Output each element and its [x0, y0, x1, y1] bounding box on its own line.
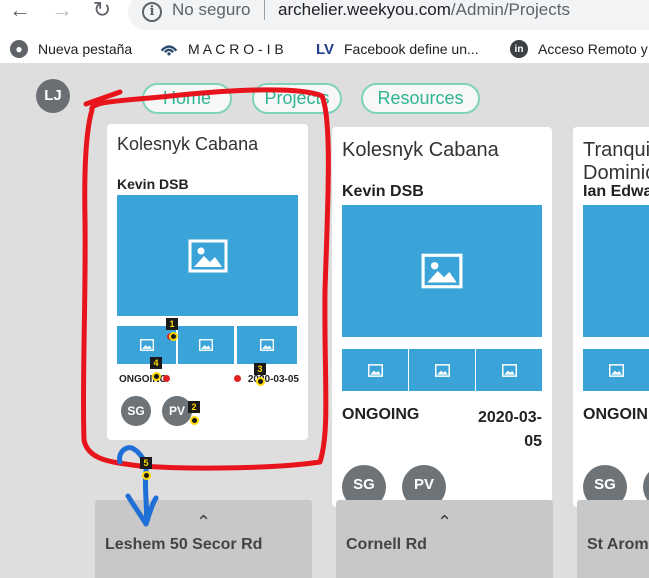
marker-ring	[152, 372, 161, 381]
back-arrow-icon[interactable]: ←	[8, 0, 32, 24]
annotation-marker: 4	[150, 357, 162, 369]
lv-logo-icon: LV	[315, 40, 335, 58]
marker-ring	[142, 471, 151, 480]
annotation-marker: 3	[254, 363, 266, 375]
title-line: Dominic	[583, 162, 649, 184]
project-card[interactable]: Kolesnyk Cabana Kevin DSB ONGOING 2020-0…	[332, 127, 552, 507]
info-icon[interactable]: i	[142, 2, 162, 22]
nav-home-button[interactable]: Home	[142, 83, 232, 114]
member-chip[interactable]: SG	[121, 396, 151, 426]
forward-arrow-icon[interactable]: →	[50, 0, 74, 24]
location-card[interactable]: ⌃ Leshem 50 Secor Rd	[95, 500, 312, 578]
chevron-up-icon[interactable]: ⌃	[95, 512, 312, 533]
project-client: Kevin DSB	[117, 176, 189, 192]
project-status: ONGOING	[342, 406, 420, 423]
bookmark-label: Nueva pestaña	[38, 41, 133, 57]
bookmark-facebook[interactable]: LV Facebook define un...	[314, 38, 479, 60]
bookmarks-bar: ● Nueva pestaña M A C R O - I B LV Faceb…	[0, 34, 649, 64]
title-line: Tranqui	[583, 139, 649, 161]
project-client: Ian Edwa	[583, 183, 649, 200]
annotation-marker: 2	[188, 401, 200, 413]
date-line: 2020-03-	[477, 409, 542, 426]
project-main-image[interactable]	[117, 195, 298, 316]
image-placeholder-icon	[260, 339, 274, 351]
chevron-up-icon[interactable]: ⌃	[336, 512, 553, 533]
browser-toolbar: ← → ↻ i No seguro archelier.weekyou.com/…	[0, 0, 649, 34]
project-client: Kevin DSB	[342, 183, 424, 200]
image-placeholder-icon	[421, 253, 463, 289]
marker-dot	[234, 375, 241, 382]
project-thumb[interactable]	[117, 326, 176, 364]
project-title: Kolesnyk Cabana	[117, 134, 259, 154]
annotation-marker: 5	[140, 457, 152, 469]
annotation-marker: 1	[166, 318, 178, 330]
image-placeholder-icon	[367, 363, 383, 377]
project-title: Tranqui Dominic	[583, 139, 649, 185]
marker-dot	[163, 375, 170, 382]
image-placeholder-icon	[139, 339, 154, 351]
url-text[interactable]: archelier.weekyou.com/Admin/Projects	[278, 0, 570, 20]
project-thumb[interactable]	[178, 326, 234, 364]
marker-ring	[169, 332, 178, 341]
url-domain: archelier.weekyou.com	[278, 0, 451, 19]
nav-resources-button[interactable]: Resources	[361, 83, 480, 114]
image-placeholder-icon	[434, 363, 450, 377]
date-line: 05	[524, 433, 542, 450]
project-thumb[interactable]	[342, 349, 408, 391]
project-status: ONGOIN	[583, 406, 648, 423]
user-avatar[interactable]: LJ	[36, 79, 70, 113]
address-separator	[264, 0, 265, 20]
project-thumb[interactable]	[583, 349, 649, 391]
image-placeholder-icon	[609, 363, 624, 377]
project-card[interactable]: Kolesnyk Cabana Kevin DSB ONGOING 2020-0…	[107, 124, 308, 440]
bookmark-label: M A C R O - I B	[188, 41, 284, 57]
project-date: 2020-03-05	[247, 374, 299, 385]
bookmark-label: Acceso Remoto y	[538, 41, 648, 57]
project-main-image[interactable]	[342, 205, 542, 337]
bookmark-nueva-pestana[interactable]: ● Nueva pestaña	[10, 38, 132, 60]
location-card[interactable]: ⌃ Cornell Rd	[336, 500, 553, 578]
nav-projects-button[interactable]: Projects	[252, 83, 342, 114]
linkedin-icon: in	[510, 40, 528, 58]
project-main-image[interactable]	[583, 205, 649, 337]
reload-icon[interactable]: ↻	[90, 0, 114, 24]
location-label: Cornell Rd	[346, 536, 427, 553]
location-label: St Arom	[587, 536, 649, 553]
project-thumb[interactable]	[476, 349, 542, 391]
wifi-icon	[160, 40, 178, 58]
bookmark-label: Facebook define un...	[344, 41, 479, 57]
globe-icon: ●	[10, 40, 28, 58]
not-secure-label[interactable]: No seguro	[172, 0, 250, 20]
bookmark-acceso-remoto[interactable]: in Acceso Remoto y	[510, 38, 648, 60]
project-date: 2020-03- 05	[462, 406, 542, 454]
project-card[interactable]: TranquiDominic Ian Edwa ONGOIN SG P	[573, 127, 649, 507]
address-bar[interactable]: i No seguro archelier.weekyou.com/Admin/…	[128, 0, 649, 30]
image-placeholder-icon	[188, 239, 227, 272]
bookmark-macro-ib[interactable]: M A C R O - I B	[160, 38, 284, 60]
image-placeholder-icon	[199, 339, 213, 351]
location-label: Leshem 50 Secor Rd	[105, 536, 263, 553]
project-thumb[interactable]	[409, 349, 475, 391]
url-path: /Admin/Projects	[450, 0, 570, 19]
project-title: Kolesnyk Cabana	[342, 139, 499, 161]
project-thumb[interactable]	[237, 326, 297, 364]
marker-ring	[256, 377, 265, 386]
marker-ring	[190, 416, 199, 425]
image-placeholder-icon	[501, 363, 517, 377]
location-card[interactable]: St Arom	[577, 500, 649, 578]
